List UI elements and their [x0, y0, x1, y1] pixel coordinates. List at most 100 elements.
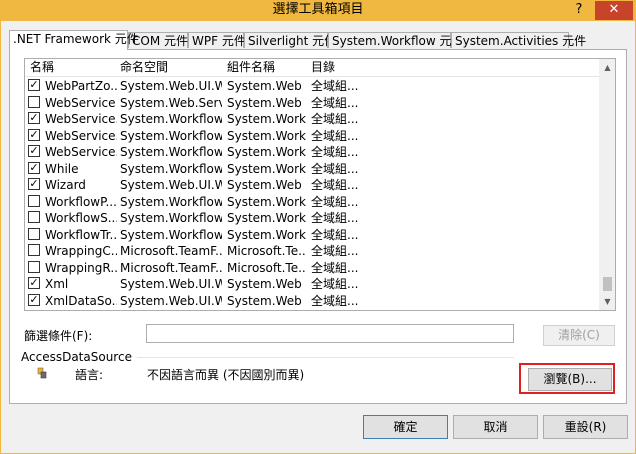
- cell-assembly: Microsoft.Te...: [227, 244, 307, 258]
- table-row[interactable]: WorkflowP...System.Workflow... System.Wor…: [25, 194, 599, 210]
- cell-namespace: System.Workflow...: [120, 145, 222, 159]
- row-checkbox[interactable]: ✓: [28, 128, 40, 141]
- cell-assembly: System.Work...: [227, 112, 307, 126]
- cell-namespace: System.Web.UI.W...: [120, 178, 222, 192]
- scroll-thumb[interactable]: [603, 277, 612, 291]
- ok-button[interactable]: 確定: [363, 415, 448, 439]
- cell-namespace: System.Web.Servi...: [120, 95, 222, 110]
- cell-assembly: Microsoft.Te...: [227, 260, 307, 275]
- vertical-scrollbar[interactable]: ▲ ▼: [599, 59, 615, 310]
- row-checkbox[interactable]: ✓: [28, 293, 40, 306]
- table-row[interactable]: WebService System.Web.Servi... System.Web 全…: [25, 95, 599, 111]
- cell-name: WrappingR...: [45, 260, 117, 275]
- row-checkbox[interactable]: [28, 211, 40, 223]
- table-row[interactable]: ✓ WebService...System.Workflow... System.W…: [25, 144, 599, 160]
- column-header-namespace[interactable]: 命名空間: [120, 59, 168, 75]
- table-row[interactable]: WorkflowS...System.Workflow... System.Wor…: [25, 210, 599, 226]
- table-row[interactable]: ✓ WebService...System.Workflow... System.W…: [25, 111, 599, 127]
- cell-name: While: [45, 161, 79, 176]
- group-divider: [137, 357, 514, 358]
- cell-assembly: System.Web: [227, 293, 302, 308]
- cell-namespace: System.Workflow...: [120, 128, 222, 143]
- close-button[interactable]: ✕: [595, 1, 633, 20]
- cell-name: WebService: [45, 95, 116, 110]
- cell-namespace: System.Web.UI.W...: [120, 79, 222, 93]
- tab-panel: 名稱 命名空間 組件名稱 目錄 ✓ WebPartZo... System.Web.…: [9, 49, 627, 404]
- row-checkbox[interactable]: [28, 244, 40, 256]
- cell-name: Wizard: [45, 178, 86, 192]
- column-header-assembly[interactable]: 組件名稱: [227, 59, 275, 75]
- cell-namespace: System.Workflow...: [120, 227, 222, 242]
- filter-label: 篩選條件(F):: [24, 329, 93, 343]
- cell-assembly: System.Work...: [227, 211, 307, 225]
- table-row[interactable]: ✓ XmlDataSo...System.Web.UI.W... System.We…: [25, 293, 599, 309]
- filter-input[interactable]: [146, 324, 514, 343]
- cell-name: WebService...: [45, 112, 117, 126]
- cell-assembly: System.Web: [227, 95, 302, 110]
- cell-directory: 全域組...: [311, 161, 359, 176]
- cell-name: XmlDataSo...: [45, 293, 117, 308]
- table-row[interactable]: ✓ WebService...System.Workflow... System.W…: [25, 128, 599, 144]
- scroll-up-arrow-icon[interactable]: ▲: [599, 59, 615, 76]
- tab-system-activities[interactable]: System.Activities 元件: [451, 32, 586, 48]
- clear-button[interactable]: 清除(C): [543, 325, 615, 346]
- row-checkbox[interactable]: ✓: [28, 178, 40, 190]
- reset-button[interactable]: 重設(R): [543, 415, 628, 439]
- title-bar: 選擇工具箱項目 ? ✕: [1, 1, 635, 21]
- table-row[interactable]: WrappingC... Microsoft.TeamF... Microsoft.…: [25, 243, 599, 259]
- cell-assembly: System.Web: [227, 277, 302, 291]
- cell-namespace: System.Workflow...: [120, 194, 222, 209]
- row-checkbox[interactable]: [28, 95, 40, 108]
- cell-name: WebPartZo...: [45, 79, 117, 93]
- row-checkbox[interactable]: ✓: [28, 145, 40, 157]
- tab-system-workflow[interactable]: System.Workflow 元件: [328, 32, 463, 48]
- cell-assembly: System.Work...: [227, 227, 307, 242]
- table-row[interactable]: WrappingR... Microsoft.TeamF... Microsoft.…: [25, 260, 599, 276]
- list-header: 名稱 命名空間 組件名稱 目錄: [25, 59, 599, 77]
- table-row[interactable]: WorkflowTr...System.Workflow... System.Wo…: [25, 227, 599, 243]
- row-checkbox[interactable]: ✓: [28, 112, 40, 124]
- tab-net-framework[interactable]: .NET Framework 元件: [9, 30, 139, 50]
- cell-assembly: System.Work...: [227, 161, 307, 176]
- row-checkbox[interactable]: [28, 227, 40, 240]
- browse-highlight-box: [519, 363, 615, 394]
- table-row[interactable]: ✓ Wizard System.Web.UI.W... System.Web 全域組..…: [25, 177, 599, 193]
- cell-name: WorkflowTr...: [45, 227, 117, 242]
- help-button[interactable]: ?: [571, 1, 587, 19]
- cell-namespace: System.Web.UI.W...: [120, 293, 222, 308]
- row-checkbox[interactable]: [28, 194, 40, 207]
- cell-directory: 全域組...: [311, 227, 359, 242]
- cell-directory: 全域組...: [311, 112, 359, 126]
- cell-directory: 全域組...: [311, 211, 359, 225]
- cell-name: WebService...: [45, 128, 117, 143]
- cell-directory: 全域組...: [311, 79, 359, 93]
- row-checkbox[interactable]: ✓: [28, 79, 40, 91]
- cell-namespace: System.Web.UI.W...: [120, 277, 222, 291]
- cell-namespace: System.Workflow...: [120, 161, 222, 176]
- cell-namespace: Microsoft.TeamF...: [120, 244, 222, 258]
- components-list[interactable]: 名稱 命名空間 組件名稱 目錄 ✓ WebPartZo... System.Web.…: [24, 58, 616, 311]
- table-row[interactable]: ✓ WebPartZo...System.Web.UI.W... System.We…: [25, 78, 599, 94]
- row-checkbox[interactable]: ✓: [28, 277, 40, 289]
- cell-namespace: System.Workflow...: [120, 211, 222, 225]
- cell-directory: 全域組...: [311, 145, 359, 159]
- tab-wpf[interactable]: WPF 元件: [188, 32, 246, 48]
- window-title: 選擇工具箱項目: [272, 2, 364, 17]
- cell-assembly: System.Web: [227, 79, 302, 93]
- component-icon: [37, 367, 47, 379]
- cell-assembly: System.Web: [227, 178, 302, 192]
- table-row[interactable]: ✓ While System.Workflow... System.Work... 全域…: [25, 161, 599, 177]
- cell-name: Xml: [45, 277, 69, 291]
- tab-silverlight[interactable]: Silverlight 元件: [244, 32, 336, 48]
- scroll-down-arrow-icon[interactable]: ▼: [599, 293, 615, 310]
- column-header-directory[interactable]: 目錄: [311, 59, 335, 75]
- row-checkbox[interactable]: [28, 260, 40, 273]
- row-checkbox[interactable]: ✓: [28, 161, 40, 174]
- column-header-name[interactable]: 名稱: [30, 59, 54, 75]
- component-name: AccessDataSource: [21, 350, 136, 364]
- cancel-button[interactable]: 取消: [453, 415, 538, 439]
- table-row[interactable]: ✓ Xml System.Web.UI.W... System.Web 全域組...: [25, 276, 599, 292]
- language-label: 語言:: [75, 368, 104, 382]
- cell-name: WebService...: [45, 145, 117, 159]
- cell-directory: 全域組...: [311, 128, 359, 143]
